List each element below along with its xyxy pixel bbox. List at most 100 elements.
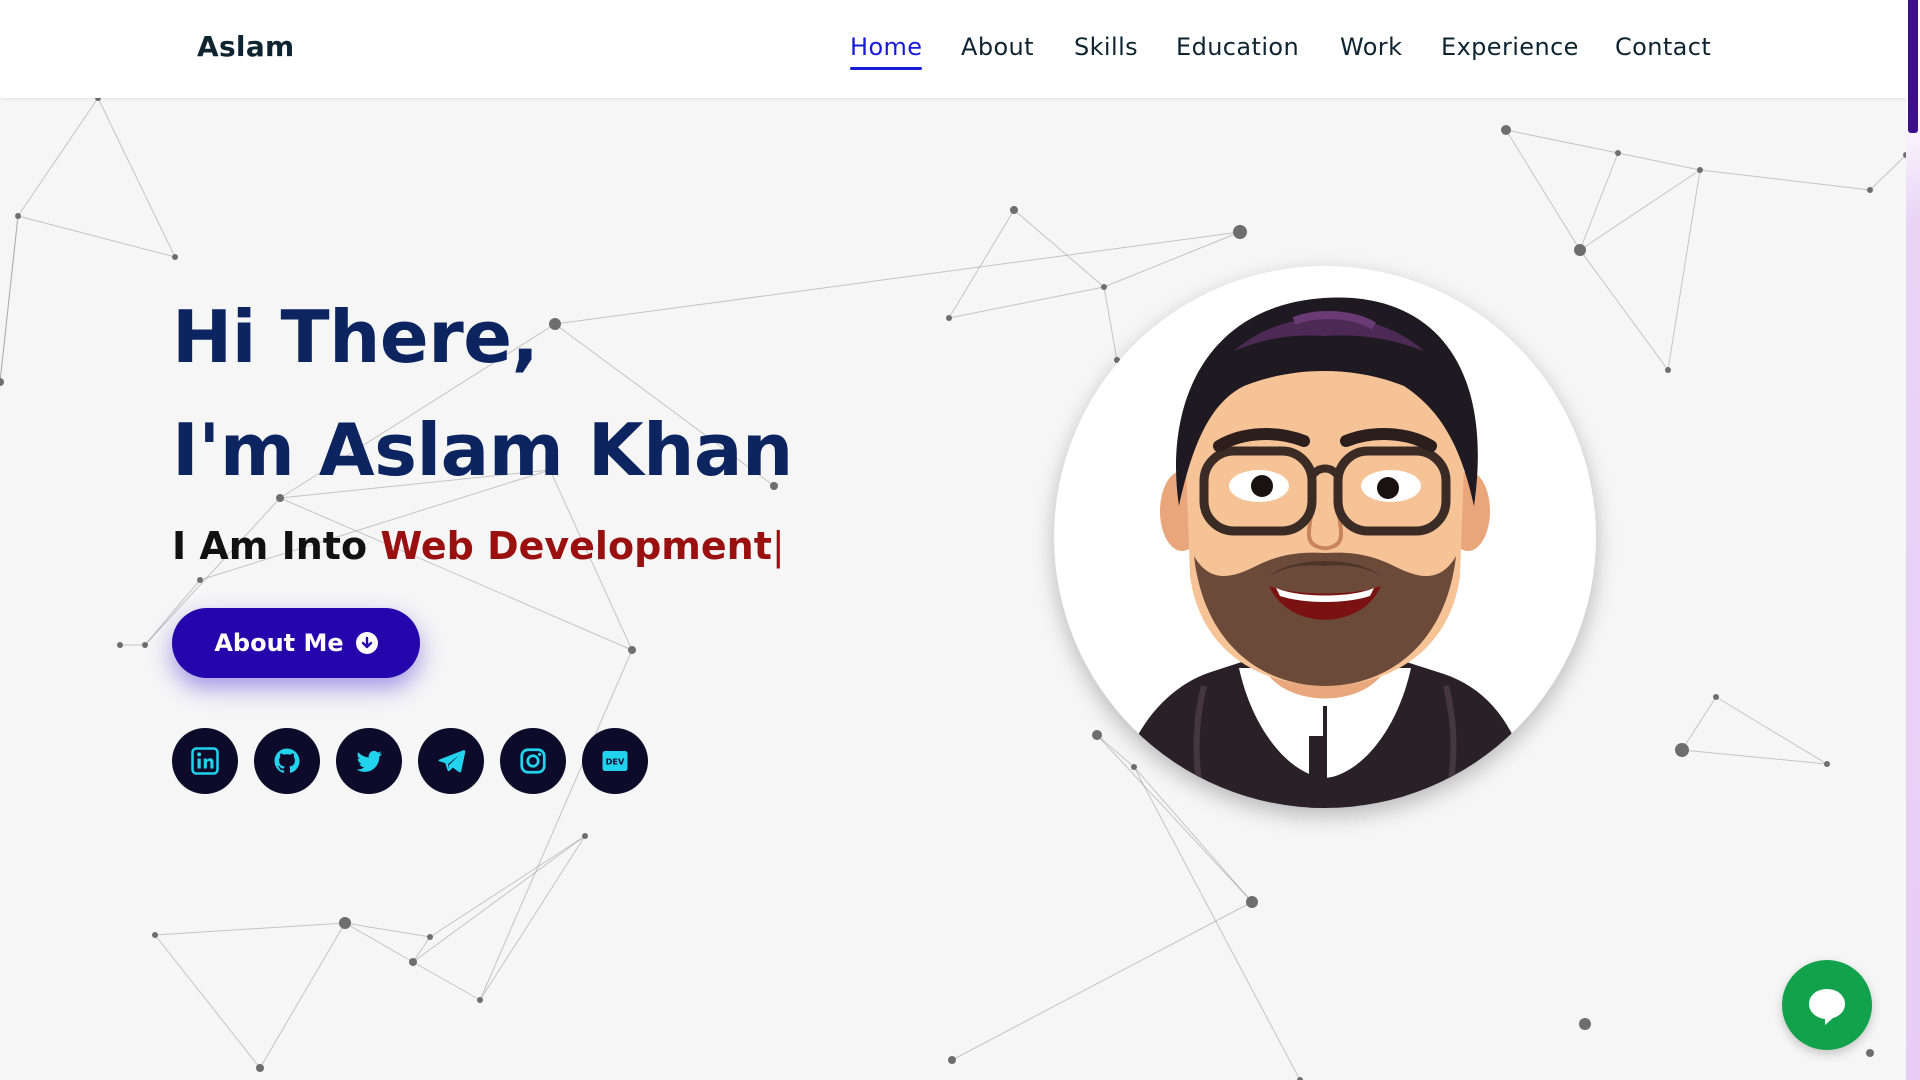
network-node (409, 958, 417, 966)
typed-prefix: I Am Into (172, 524, 368, 568)
network-node (549, 318, 561, 330)
network-line (1103, 286, 1118, 361)
instagram-link[interactable] (500, 728, 566, 794)
typed-tagline: I Am Into Web Development| (172, 524, 785, 568)
site-logo[interactable]: Aslam (197, 30, 295, 63)
network-line (479, 649, 633, 1001)
nav-home[interactable]: Home (850, 33, 923, 70)
network-node (427, 934, 433, 940)
telegram-icon (438, 750, 466, 773)
chat-widget-button[interactable] (1782, 960, 1872, 1050)
network-line (951, 901, 1253, 1061)
network-node (1574, 244, 1586, 256)
network-line (554, 231, 1241, 325)
hero-name: I'm Aslam Khan (172, 408, 793, 492)
chat-bubble-icon (1809, 989, 1845, 1025)
network-node (339, 917, 351, 929)
network-node (276, 494, 284, 502)
linkedin-link[interactable] (172, 728, 238, 794)
network-node (172, 254, 178, 260)
network-line (154, 922, 346, 936)
twitter-icon (356, 750, 382, 772)
network-node (152, 932, 158, 938)
network-node (1579, 1018, 1591, 1030)
network-node (117, 642, 123, 648)
typed-role: Web Development (380, 524, 772, 568)
network-line (17, 215, 176, 258)
network-line (17, 97, 99, 217)
network-node (1866, 1049, 1874, 1057)
about-me-button[interactable]: About Me (172, 608, 420, 678)
network-node (1101, 284, 1107, 290)
typed-cursor: | (771, 524, 785, 568)
github-link[interactable] (254, 728, 320, 794)
cartoon-avatar (1114, 297, 1534, 808)
network-line (479, 835, 586, 1001)
network-node (1092, 730, 1102, 740)
network-node (948, 1056, 956, 1064)
network-line (1681, 749, 1828, 765)
linkedin-icon (191, 747, 219, 775)
network-line (948, 286, 1105, 319)
dev-icon-label: DEV (606, 756, 625, 766)
network-node (1867, 187, 1873, 193)
network-line (1699, 169, 1871, 191)
scrollbar-thumb[interactable] (1908, 0, 1918, 133)
network-node (256, 1064, 264, 1072)
dev-link[interactable]: DEV (582, 728, 648, 794)
network-node (1824, 761, 1830, 767)
network-line (429, 835, 586, 938)
instagram-icon (520, 748, 546, 774)
network-line (1579, 249, 1669, 371)
network-line (1681, 696, 1717, 751)
nav-contact[interactable]: Contact (1615, 33, 1711, 61)
network-line (412, 936, 431, 963)
arrow-circle-down-icon (355, 632, 378, 654)
page-scrollbar[interactable] (1906, 0, 1920, 1080)
network-node (1131, 764, 1137, 770)
network-node (142, 642, 148, 648)
network-line (1617, 152, 1701, 171)
network-node (1010, 206, 1018, 214)
network-node (1501, 125, 1511, 135)
network-node (1675, 743, 1689, 757)
network-line (1133, 766, 1301, 1080)
telegram-link[interactable] (418, 728, 484, 794)
network-line (1013, 209, 1105, 288)
network-node (1665, 367, 1671, 373)
network-node (1246, 896, 1258, 908)
network-line (1667, 169, 1701, 371)
network-line (1869, 154, 1907, 191)
nav-skills[interactable]: Skills (1074, 33, 1138, 61)
nav-work[interactable]: Work (1340, 33, 1402, 61)
profile-avatar (1054, 266, 1596, 808)
about-me-label: About Me (214, 629, 344, 657)
network-line (1096, 734, 1135, 768)
network-node (946, 315, 952, 321)
network-node (0, 378, 4, 386)
nav-about[interactable]: About (961, 33, 1034, 61)
network-node (582, 833, 588, 839)
network-line (412, 835, 586, 963)
network-line (1715, 696, 1828, 765)
network-line (97, 97, 176, 258)
network-node (477, 997, 483, 1003)
site-header: Aslam Home About Skills Education Work E… (0, 0, 1906, 98)
network-line (1579, 152, 1619, 251)
network-line (0, 215, 19, 383)
network-line (1103, 231, 1241, 288)
network-node (1713, 694, 1719, 700)
network-node (628, 646, 636, 654)
network-line (1579, 169, 1701, 251)
network-node (1615, 150, 1621, 156)
network-line (412, 961, 481, 1001)
dev-icon: DEV (602, 751, 628, 771)
nav-education[interactable]: Education (1176, 33, 1299, 61)
twitter-link[interactable] (336, 728, 402, 794)
github-icon (274, 748, 300, 773)
network-line (1505, 129, 1581, 251)
hero-greeting: Hi There, (172, 295, 539, 379)
network-node (197, 577, 203, 583)
network-node (1233, 225, 1247, 239)
nav-experience[interactable]: Experience (1441, 33, 1579, 61)
